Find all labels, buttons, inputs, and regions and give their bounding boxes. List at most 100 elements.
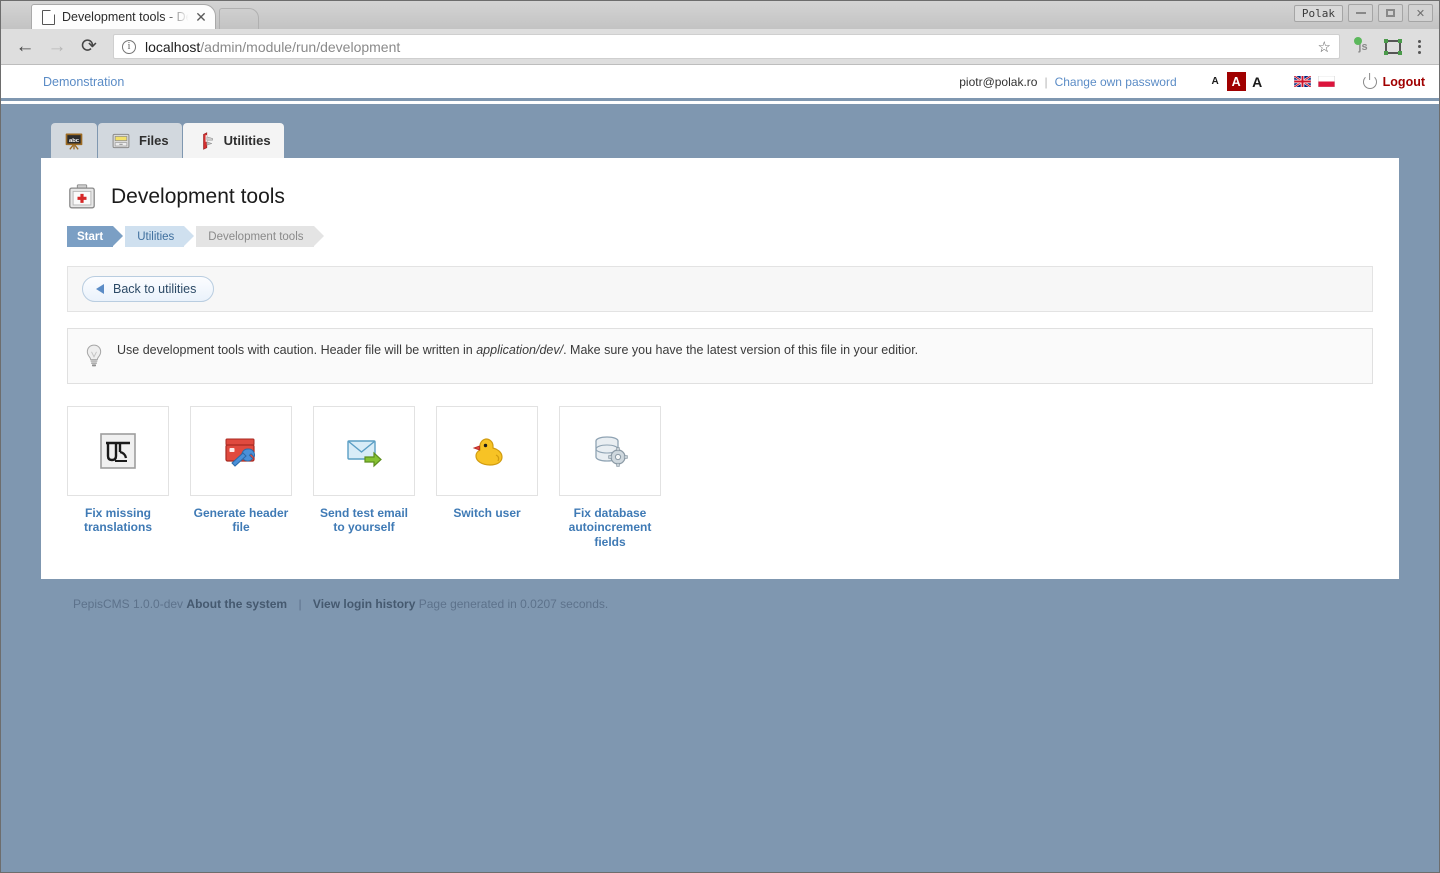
logout-label: Logout bbox=[1382, 74, 1425, 89]
tool-tile-box bbox=[559, 406, 661, 496]
page-favicon-icon bbox=[42, 9, 55, 25]
footer-version: PepisCMS 1.0.0-dev bbox=[73, 597, 184, 612]
page-toolbar: Back to utilities bbox=[67, 266, 1373, 312]
tool-tile-box bbox=[67, 406, 169, 496]
breadcrumb-current-label: Development tools bbox=[208, 230, 304, 243]
font-size-medium-button[interactable]: A bbox=[1226, 72, 1246, 91]
page-title: Development tools bbox=[111, 185, 285, 208]
content-panel: Development tools Start Utilities Develo… bbox=[41, 158, 1399, 580]
bookmark-star-icon[interactable]: ☆ bbox=[1318, 38, 1331, 56]
window-controls: Polak ✕ bbox=[1293, 4, 1433, 22]
tool-tile-box bbox=[313, 406, 415, 496]
back-to-utilities-label: Back to utilities bbox=[113, 282, 197, 296]
breadcrumb: Start Utilities Development tools bbox=[67, 226, 1373, 247]
tab-utilities[interactable]: Utilities bbox=[182, 123, 284, 158]
about-the-system-link[interactable]: About the system bbox=[186, 597, 287, 611]
brand-link[interactable]: Demonstration bbox=[43, 75, 124, 89]
tool-tile-fix-autoincrement[interactable]: Fix database autoincrement fields bbox=[559, 406, 661, 549]
close-window-button[interactable]: ✕ bbox=[1408, 4, 1433, 22]
footer-separator: | bbox=[298, 597, 302, 612]
breadcrumb-utilities-label: Utilities bbox=[137, 230, 175, 243]
tool-tile-switch-user[interactable]: Switch user bbox=[436, 406, 538, 549]
card-wrench-icon bbox=[225, 438, 255, 467]
tool-tile-label: Fix database autoincrement fields bbox=[568, 506, 652, 549]
minimize-button[interactable] bbox=[1348, 4, 1373, 22]
tab-files[interactable]: Files bbox=[98, 123, 182, 158]
new-tab-button[interactable] bbox=[219, 8, 259, 29]
screen-capture-icon[interactable] bbox=[1380, 34, 1406, 60]
power-icon bbox=[1362, 74, 1377, 89]
info-notice: Use development tools with caution. Head… bbox=[67, 328, 1373, 384]
tab-pages[interactable]: abc bbox=[51, 123, 97, 158]
font-size-small-button[interactable]: A bbox=[1207, 73, 1224, 90]
change-password-link[interactable]: Change own password bbox=[1055, 75, 1177, 89]
logout-button[interactable]: Logout bbox=[1362, 74, 1425, 89]
first-aid-kit-icon bbox=[69, 184, 95, 209]
page-title-row: Development tools bbox=[67, 182, 1373, 212]
tool-tile-box bbox=[190, 406, 292, 496]
reload-icon[interactable]: ⟳ bbox=[75, 33, 103, 61]
breadcrumb-start-label: Start bbox=[77, 230, 104, 243]
font-size-large-button[interactable]: A bbox=[1249, 73, 1266, 90]
breadcrumb-item-utilities[interactable]: Utilities bbox=[125, 226, 195, 247]
maximize-button[interactable] bbox=[1378, 4, 1403, 22]
app-header-right: piotr@polak.ro | Change own password A A… bbox=[959, 72, 1425, 91]
js-extension-icon[interactable]: js bbox=[1350, 34, 1376, 60]
tool-tile-label: Switch user bbox=[453, 506, 521, 520]
notice-text-part1: Use development tools with caution. Head… bbox=[117, 343, 477, 357]
user-email: piotr@polak.ro bbox=[959, 74, 1038, 89]
flag-uk-icon[interactable] bbox=[1293, 76, 1311, 87]
tool-tile-label: Fix missing translations bbox=[83, 506, 152, 535]
font-size-switcher: A A A bbox=[1207, 72, 1266, 91]
tool-tile-label: Generate header file bbox=[193, 506, 289, 535]
notice-text-part2: . Make sure you have the latest version … bbox=[563, 343, 919, 357]
page-viewport: Demonstration piotr@polak.ro | Change ow… bbox=[1, 65, 1439, 872]
back-icon[interactable]: ← bbox=[11, 33, 39, 61]
browser-toolbar: ← → ⟳ i localhost /admin/module/run/deve… bbox=[1, 29, 1439, 65]
tool-tile-label: Send test email to yourself bbox=[319, 506, 409, 535]
close-tab-icon[interactable]: ✕ bbox=[193, 9, 209, 25]
url-path: /admin/module/run/development bbox=[200, 38, 401, 55]
tool-tile-send-test-email[interactable]: Send test email to yourself bbox=[313, 406, 415, 549]
swiss-army-knife-icon bbox=[202, 131, 213, 150]
tool-tiles: Fix missing translations Generate header… bbox=[67, 406, 1373, 549]
tool-tile-box bbox=[436, 406, 538, 496]
window-user-badge[interactable]: Polak bbox=[1293, 4, 1343, 22]
browser-window: Development tools - De ✕ Polak ✕ ← → ⟳ i… bbox=[0, 0, 1440, 873]
breadcrumb-item-current: Development tools bbox=[196, 226, 324, 247]
address-bar[interactable]: i localhost /admin/module/run/developmen… bbox=[113, 34, 1340, 59]
header-separator: | bbox=[1044, 74, 1048, 89]
tab-files-label: Files bbox=[139, 133, 169, 148]
svg-text:abc: abc bbox=[69, 137, 80, 143]
notice-emphasis: application/dev/ bbox=[476, 343, 564, 357]
url-host: localhost bbox=[145, 38, 201, 55]
back-to-utilities-button[interactable]: Back to utilities bbox=[82, 276, 215, 302]
language-switcher bbox=[1293, 76, 1335, 87]
site-info-icon[interactable]: i bbox=[122, 39, 136, 54]
back-arrow-icon bbox=[96, 284, 104, 294]
module-tabs: abc Files Utilities bbox=[1, 104, 1439, 158]
browser-tab[interactable]: Development tools - De ✕ bbox=[31, 4, 216, 29]
rubber-duck-icon bbox=[472, 438, 503, 466]
flag-poland-icon[interactable] bbox=[1317, 76, 1335, 87]
devanagari-translation-icon bbox=[100, 433, 136, 469]
page-footer: PepisCMS 1.0.0-dev About the system | Vi… bbox=[41, 597, 1399, 611]
drawer-icon bbox=[112, 133, 130, 148]
forward-icon[interactable]: → bbox=[43, 33, 71, 61]
breadcrumb-item-start[interactable]: Start bbox=[67, 226, 124, 247]
tab-utilities-label: Utilities bbox=[223, 133, 271, 148]
browser-titlebar: Development tools - De ✕ Polak ✕ bbox=[1, 1, 1439, 29]
app-header: Demonstration piotr@polak.ro | Change ow… bbox=[1, 65, 1439, 101]
lightbulb-icon bbox=[86, 344, 102, 367]
browser-menu-icon[interactable] bbox=[1410, 36, 1429, 58]
footer-generation-time: Page generated in 0.0207 seconds. bbox=[418, 597, 609, 612]
database-gear-icon bbox=[595, 436, 628, 467]
envelope-arrow-icon bbox=[347, 440, 382, 468]
blackboard-icon: abc bbox=[65, 133, 83, 150]
info-notice-text: Use development tools with caution. Head… bbox=[117, 343, 918, 357]
tool-tile-fix-translations[interactable]: Fix missing translations bbox=[67, 406, 169, 549]
page-background: abc Files Utilities Development tools St… bbox=[1, 104, 1439, 872]
view-login-history-link[interactable]: View login history bbox=[313, 597, 415, 611]
browser-tab-title: Development tools - De bbox=[62, 10, 191, 24]
tool-tile-generate-header[interactable]: Generate header file bbox=[190, 406, 292, 549]
